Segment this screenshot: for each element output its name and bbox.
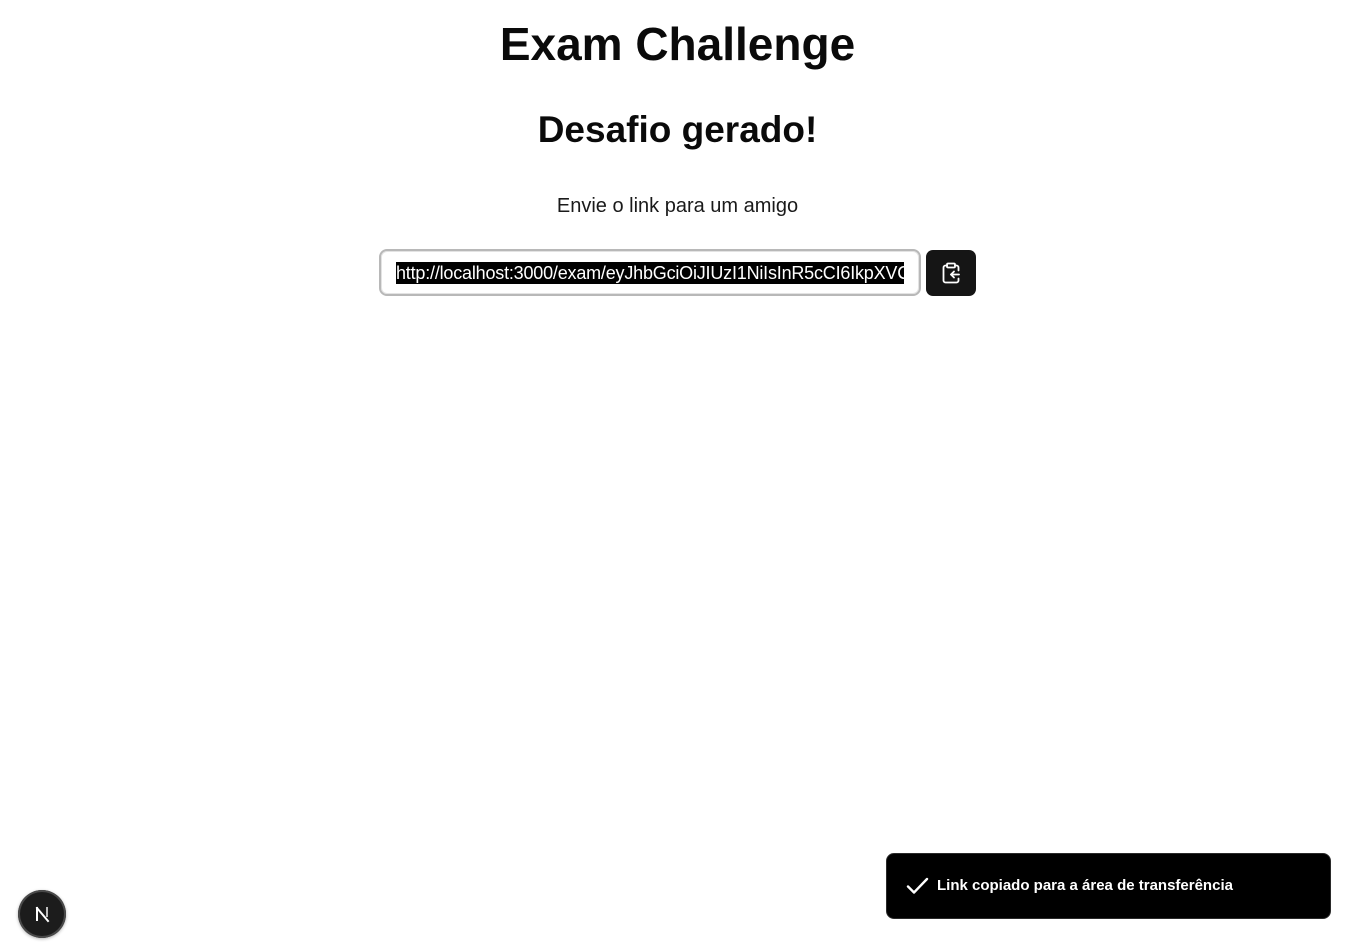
clipboard-copy-icon — [941, 262, 961, 284]
copy-link-button[interactable] — [926, 249, 976, 296]
instruction-text: Envie o link para um amigo — [556, 195, 799, 217]
share-link-field[interactable]: http://localhost:3000/exam/eyJhbGciOiJIU… — [379, 249, 922, 296]
share-link-row: http://localhost:3000/exam/eyJhbGciOiJIU… — [379, 249, 976, 296]
toast-notification: Link copiado para a área de transferênci… — [886, 853, 1331, 919]
check-icon — [905, 874, 929, 898]
page-title: Desafio gerado! — [537, 109, 818, 150]
nextjs-logo-icon — [31, 903, 53, 925]
nextjs-devtools-button[interactable] — [18, 890, 66, 938]
app-title: Exam Challenge — [499, 18, 856, 70]
toast-message: Link copiado para a área de transferênci… — [937, 877, 1233, 894]
page: Exam Challenge Desafio gerado! Envie o l… — [0, 0, 1355, 942]
share-link-value[interactable]: http://localhost:3000/exam/eyJhbGciOiJIU… — [396, 261, 905, 284]
